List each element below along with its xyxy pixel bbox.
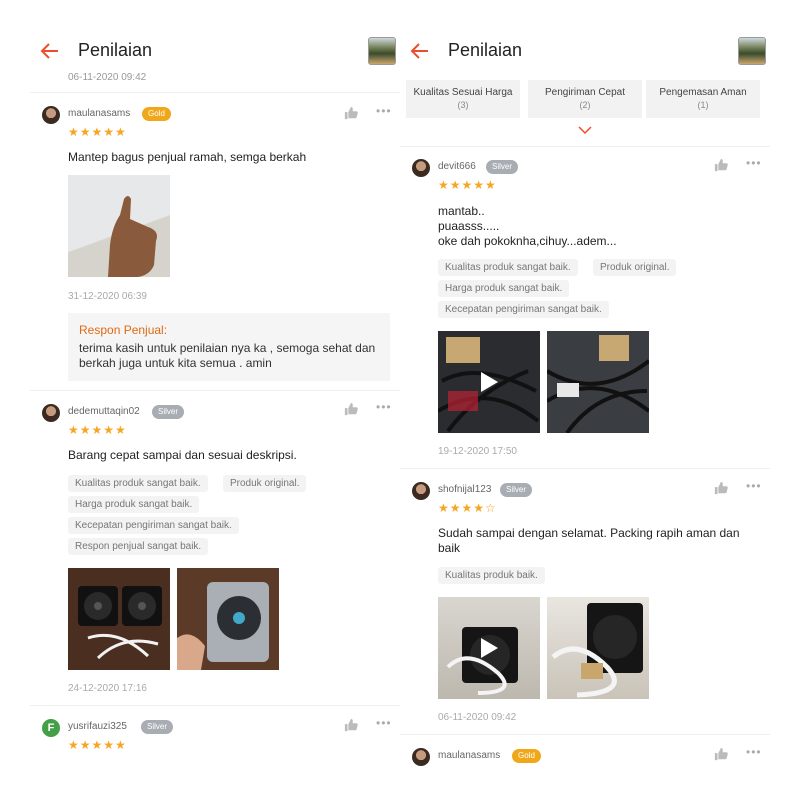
product-thumbnail-icon[interactable] xyxy=(738,37,766,65)
left-screen: Penilaian 06-11-2020 09:42 maulanasams G… xyxy=(30,30,400,770)
filter-label: Kualitas Sesuai Harga xyxy=(413,87,513,98)
thumbs-up-icon[interactable] xyxy=(344,402,358,416)
review-tag: Kecepatan pengiriman sangat baik. xyxy=(68,517,239,534)
filter-count: (2) xyxy=(579,100,591,110)
silver-badge: Silver xyxy=(500,483,533,497)
avatar[interactable] xyxy=(42,404,60,422)
play-icon[interactable] xyxy=(479,371,499,393)
avatar[interactable] xyxy=(412,159,430,177)
product-thumbnail-icon[interactable] xyxy=(368,37,396,65)
review-tag: Kualitas produk baik. xyxy=(438,567,545,584)
review-photo[interactable] xyxy=(68,568,170,670)
divider xyxy=(400,734,770,735)
review-photo[interactable] xyxy=(177,568,279,670)
review-tag: Kualitas produk sangat baik. xyxy=(438,259,578,276)
thumbs-up-icon[interactable] xyxy=(714,481,728,495)
avatar[interactable] xyxy=(42,106,60,124)
avatar[interactable] xyxy=(412,748,430,766)
review-photo[interactable] xyxy=(547,597,649,699)
more-dots-icon[interactable]: ••• xyxy=(376,104,392,118)
review-video[interactable] xyxy=(438,331,540,433)
divider xyxy=(400,468,770,469)
review-text: Sudah sampai dengan selamat. Packing rap… xyxy=(438,526,740,555)
review-tag: Kualitas produk sangat baik. xyxy=(68,475,208,492)
review-date: 19-12-2020 17:50 xyxy=(438,446,517,457)
filter-count: (1) xyxy=(697,100,709,110)
chevron-down-icon[interactable] xyxy=(578,125,592,135)
filter-chip[interactable]: Kualitas Sesuai Harga (3) xyxy=(406,80,520,118)
thumbs-up-icon[interactable] xyxy=(714,747,728,761)
username[interactable]: maulanasams xyxy=(68,108,130,119)
review-text: Barang cepat sampai dan sesuai deskripsi… xyxy=(68,448,297,462)
review-text-line: mantab.. xyxy=(438,204,485,218)
seller-response-text: terima kasih untuk penilaian nya ka , se… xyxy=(79,341,376,370)
star-rating: ★★★★★ xyxy=(68,423,127,437)
star-rating: ★★★★★ xyxy=(68,738,127,752)
review-tag: Harga produk sangat baik. xyxy=(68,496,200,513)
arrow-left-icon[interactable] xyxy=(38,39,62,63)
username[interactable]: dedemuttaqin02 xyxy=(68,406,140,417)
divider xyxy=(400,146,770,147)
review-date: 31-12-2020 06:39 xyxy=(68,291,147,302)
username[interactable]: yusrifauzi325 xyxy=(68,721,127,732)
silver-badge: Silver xyxy=(486,160,519,174)
review-photo[interactable] xyxy=(547,331,649,433)
star-rating: ★★★★☆ xyxy=(438,501,497,515)
right-screen: Penilaian Kualitas Sesuai Harga (3) Peng… xyxy=(400,30,770,770)
silver-badge: Silver xyxy=(141,720,174,734)
avatar[interactable] xyxy=(412,482,430,500)
username[interactable]: devit666 xyxy=(438,161,476,172)
avatar[interactable]: F xyxy=(42,719,60,737)
arrow-left-icon[interactable] xyxy=(408,39,432,63)
more-dots-icon[interactable]: ••• xyxy=(746,156,762,170)
review-tag: Respon penjual sangat baik. xyxy=(68,538,209,555)
review-text-line: oke dah pokoknha,cihuy...adem... xyxy=(438,234,617,248)
top-bar: Penilaian xyxy=(30,30,400,72)
divider xyxy=(30,92,400,93)
review-date: 06-11-2020 09:42 xyxy=(438,712,517,723)
page-title: Penilaian xyxy=(448,40,523,60)
review-tag: Produk original. xyxy=(223,475,307,492)
star-rating: ★★★★★ xyxy=(438,178,497,192)
more-dots-icon[interactable]: ••• xyxy=(746,745,762,759)
review-text-line: puaasss..... xyxy=(438,219,500,233)
filter-count: (3) xyxy=(457,100,469,110)
review-photo[interactable] xyxy=(68,175,170,277)
more-dots-icon[interactable]: ••• xyxy=(376,716,392,730)
review-video[interactable] xyxy=(438,597,540,699)
page-title: Penilaian xyxy=(78,40,153,60)
review-date: 06-11-2020 09:42 xyxy=(68,72,147,83)
silver-badge: Silver xyxy=(152,405,185,419)
filter-chip[interactable]: Pengemasan Aman (1) xyxy=(646,80,760,118)
thumbs-up-icon[interactable] xyxy=(714,158,728,172)
divider xyxy=(30,390,400,391)
filter-label: Pengemasan Aman xyxy=(659,87,747,98)
username[interactable]: maulanasams xyxy=(438,750,500,761)
more-dots-icon[interactable]: ••• xyxy=(746,479,762,493)
top-bar: Penilaian xyxy=(400,30,770,72)
seller-response-title: Respon Penjual: xyxy=(79,323,168,337)
gold-badge: Gold xyxy=(142,107,171,121)
review-tag: Kecepatan pengiriman sangat baik. xyxy=(438,301,609,318)
play-icon[interactable] xyxy=(479,637,499,659)
review-text: Mantep bagus penjual ramah, semga berkah xyxy=(68,150,307,164)
review-date: 24-12-2020 17:16 xyxy=(68,683,147,694)
seller-response: Respon Penjual: terima kasih untuk penil… xyxy=(68,313,390,381)
more-dots-icon[interactable]: ••• xyxy=(376,400,392,414)
review-tag: Harga produk sangat baik. xyxy=(438,280,570,297)
thumbs-up-icon[interactable] xyxy=(344,106,358,120)
star-rating: ★★★★★ xyxy=(68,125,127,139)
filter-label: Pengiriman Cepat xyxy=(544,87,626,98)
thumbs-up-icon[interactable] xyxy=(344,718,358,732)
filter-chip[interactable]: Pengiriman Cepat (2) xyxy=(528,80,642,118)
divider xyxy=(30,705,400,706)
gold-badge: Gold xyxy=(512,749,541,763)
review-tag: Produk original. xyxy=(593,259,677,276)
username[interactable]: shofnijal123 xyxy=(438,484,491,495)
